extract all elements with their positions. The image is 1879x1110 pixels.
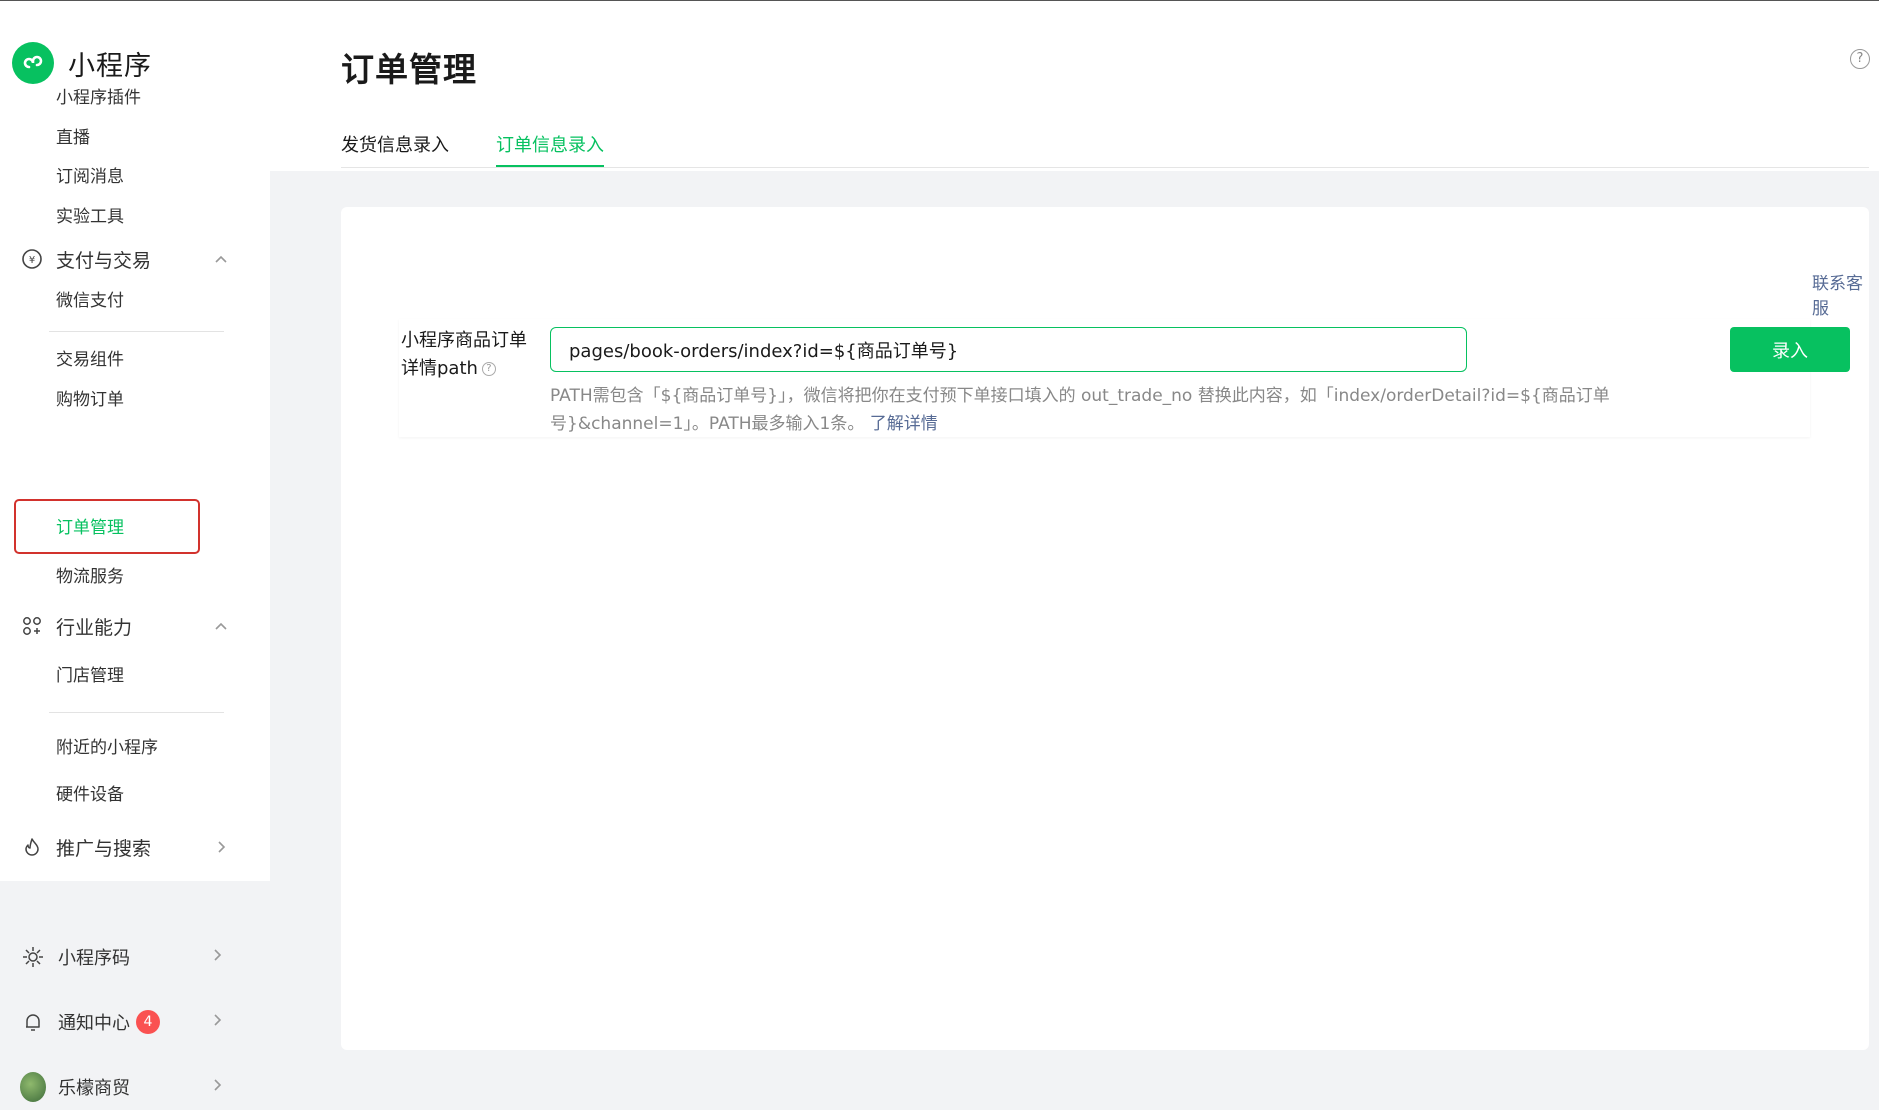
fire-icon (20, 835, 44, 859)
chevron-up-icon[interactable] (212, 617, 230, 635)
path-field-label-line1: 小程序商品订单 (401, 330, 527, 351)
main-content: 订单管理 ? 发货信息录入 订单信息录入 联系客服 小程序商品订单 详情path… (270, 1, 1879, 1110)
order-path-input[interactable] (550, 327, 1467, 372)
sidebar-group-label: 推广与搜索 (56, 837, 152, 860)
yuan-circle-icon: ¥ (20, 247, 44, 271)
tab-order-info[interactable]: 订单信息录入 (496, 131, 604, 167)
bottom-item-label: 小程序码 (58, 948, 130, 969)
hint-text-line2: 号}&channel=1」。PATH最多输入1条。 (550, 414, 865, 434)
notification-badge: 4 (136, 1010, 160, 1034)
chevron-right-icon (209, 1012, 225, 1032)
svg-text:¥: ¥ (29, 255, 35, 266)
sidebar-item-subscribe-msg[interactable]: 订阅消息 (56, 162, 124, 192)
sidebar-item-lab-tools[interactable]: 实验工具 (56, 202, 124, 232)
sidebar-item-notifications[interactable]: 通知中心 4 (20, 1002, 225, 1042)
tab-bar: 发货信息录入 订单信息录入 (341, 121, 1869, 168)
sidebar: 小程序 小程序插件 直播 订阅消息 实验工具 ¥ 支付与交易 微信支付 交易组件… (0, 1, 270, 1110)
mini-program-logo-icon (12, 42, 54, 84)
sidebar-item-trade-component[interactable]: 交易组件 (56, 345, 124, 375)
sidebar-item-account[interactable]: 乐檬商贸 (20, 1067, 225, 1107)
sidebar-group-label: 行业能力 (56, 616, 133, 639)
path-hint: PATH需包含「${商品订单号}」，微信将把你在支付预下单接口填入的 out_t… (550, 382, 1650, 438)
sun-icon (20, 944, 46, 970)
hint-text-line1: PATH需包含「${商品订单号}」，微信将把你在支付预下单接口填入的 out_t… (550, 386, 1610, 406)
sidebar-item-shopping-orders[interactable]: 购物订单 (56, 385, 124, 415)
brand[interactable]: 小程序 (12, 41, 152, 85)
account-name: 乐檬商贸 (58, 1078, 130, 1099)
sidebar-group-promotion[interactable]: 推广与搜索 (20, 831, 230, 863)
sidebar-item-live[interactable]: 直播 (56, 123, 90, 153)
bottom-item-label: 通知中心 (58, 1013, 130, 1034)
help-icon[interactable]: ? (1850, 49, 1870, 69)
brand-title: 小程序 (68, 50, 152, 82)
bell-icon (20, 1009, 46, 1035)
contact-service-link[interactable]: 联系客服 (1812, 269, 1869, 319)
industry-icon (20, 614, 44, 638)
chevron-right-icon (209, 1077, 225, 1097)
sidebar-group-label: 支付与交易 (56, 249, 152, 272)
sidebar-item-logistics[interactable]: 物流服务 (56, 562, 124, 592)
chevron-right-icon (209, 947, 225, 967)
path-field-label-line2: 详情path (401, 358, 478, 379)
sidebar-item-hardware[interactable]: 硬件设备 (56, 780, 124, 810)
sidebar-divider (49, 712, 224, 713)
sidebar-group-payment[interactable]: ¥ 支付与交易 (20, 243, 230, 275)
chevron-up-icon[interactable] (212, 250, 230, 268)
sidebar-item-mini-program-code[interactable]: 小程序码 (20, 937, 225, 977)
sidebar-item-wechat-pay[interactable]: 微信支付 (56, 286, 124, 316)
avatar (20, 1072, 46, 1102)
sidebar-item-nearby-mini-programs[interactable]: 附近的小程序 (56, 733, 158, 763)
tab-shipping-info[interactable]: 发货信息录入 (341, 131, 449, 167)
submit-button[interactable]: 录入 (1730, 327, 1850, 372)
path-field-label: 小程序商品订单 详情path? (401, 327, 531, 383)
sidebar-item-store-management[interactable]: 门店管理 (56, 661, 124, 691)
order-info-card: 联系客服 小程序商品订单 详情path? 录入 PATH需包含「${商品订单号}… (341, 207, 1869, 1050)
learn-more-link[interactable]: 了解详情 (870, 414, 938, 434)
chevron-right-icon[interactable] (212, 838, 230, 856)
sidebar-divider (49, 331, 224, 332)
sidebar-group-industry[interactable]: 行业能力 (20, 610, 230, 642)
question-icon[interactable]: ? (481, 362, 496, 376)
order-path-form: 小程序商品订单 详情path? 录入 PATH需包含「${商品订单号}」，微信将… (399, 319, 1850, 438)
page-title: 订单管理 (341, 50, 477, 89)
sidebar-item-order-management[interactable]: 订单管理 (56, 513, 124, 543)
sidebar-item-plugins[interactable]: 小程序插件 (56, 83, 141, 113)
